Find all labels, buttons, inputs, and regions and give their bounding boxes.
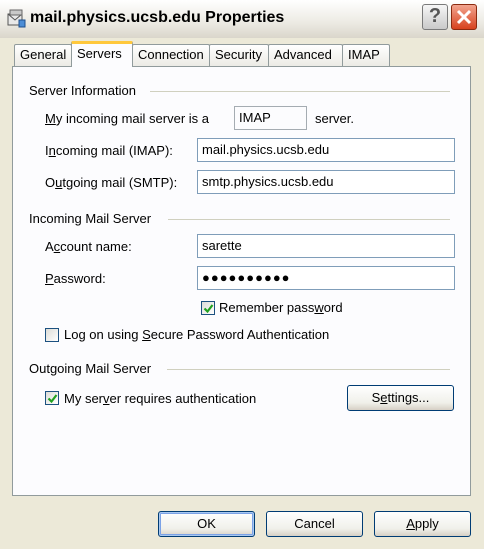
- title-bar[interactable]: mail.physics.ucsb.edu Properties ?: [0, 0, 484, 38]
- incoming-server-type-label: My incoming mail server is a: [45, 111, 209, 126]
- tab-security[interactable]: Security: [209, 44, 269, 66]
- cancel-button[interactable]: Cancel: [266, 511, 363, 537]
- ok-button[interactable]: OK: [158, 511, 255, 537]
- account-name-label: Account name:: [45, 239, 132, 254]
- password-input[interactable]: ●●●●●●●●●●: [197, 266, 455, 290]
- checkmark-icon: [47, 394, 58, 404]
- incoming-mail-label: Incoming mail (IMAP):: [45, 143, 173, 158]
- account-name-input[interactable]: sarette: [197, 234, 455, 258]
- tab-label: General: [20, 47, 67, 62]
- tab-advanced[interactable]: Advanced: [268, 44, 343, 66]
- outgoing-mail-input[interactable]: smtp.physics.ucsb.edu: [197, 170, 455, 194]
- tab-label: IMAP: [348, 47, 380, 62]
- secure-password-auth-checkbox[interactable]: [45, 328, 59, 342]
- close-icon: [456, 9, 472, 25]
- close-button[interactable]: [451, 4, 477, 30]
- section-divider: [167, 369, 450, 370]
- server-requires-auth-checkbox[interactable]: [45, 391, 59, 405]
- properties-dialog: mail.physics.ucsb.edu Properties ? Gener…: [0, 0, 484, 549]
- incoming-mail-input[interactable]: mail.physics.ucsb.edu: [197, 138, 455, 162]
- server-suffix-label: server.: [315, 111, 355, 126]
- section-divider: [168, 219, 450, 220]
- section-divider: [150, 91, 450, 92]
- server-information-heading: Server Information: [29, 83, 136, 98]
- tab-label: Advanced: [274, 47, 332, 62]
- tab-connection[interactable]: Connection: [132, 44, 210, 66]
- mail-server-icon: [6, 8, 26, 28]
- apply-button[interactable]: Apply: [374, 511, 471, 537]
- remember-password-label[interactable]: Remember password: [219, 300, 343, 315]
- tab-servers[interactable]: Servers: [71, 41, 133, 67]
- help-button[interactable]: ?: [422, 4, 448, 30]
- tab-label: Connection: [138, 47, 204, 62]
- tab-label: Servers: [77, 46, 122, 61]
- server-type-field: IMAP: [234, 106, 307, 130]
- settings-button[interactable]: Settings...: [347, 385, 454, 411]
- password-label: Password:: [45, 271, 106, 286]
- help-icon: ?: [428, 5, 442, 27]
- tab-label: Security: [215, 47, 262, 62]
- tab-imap[interactable]: IMAP: [342, 44, 390, 66]
- tab-general[interactable]: General: [14, 44, 72, 66]
- incoming-mail-server-heading: Incoming Mail Server: [29, 211, 152, 226]
- secure-password-auth-label[interactable]: Log on using Secure Password Authenticat…: [64, 327, 329, 342]
- remember-password-checkbox[interactable]: [201, 301, 215, 315]
- checkmark-icon: [203, 304, 214, 314]
- outgoing-mail-server-heading: Outgoing Mail Server: [29, 361, 152, 376]
- server-requires-auth-label[interactable]: My server requires authentication: [64, 391, 256, 406]
- outgoing-mail-label: Outgoing mail (SMTP):: [45, 175, 178, 190]
- window-title: mail.physics.ucsb.edu Properties: [30, 9, 285, 26]
